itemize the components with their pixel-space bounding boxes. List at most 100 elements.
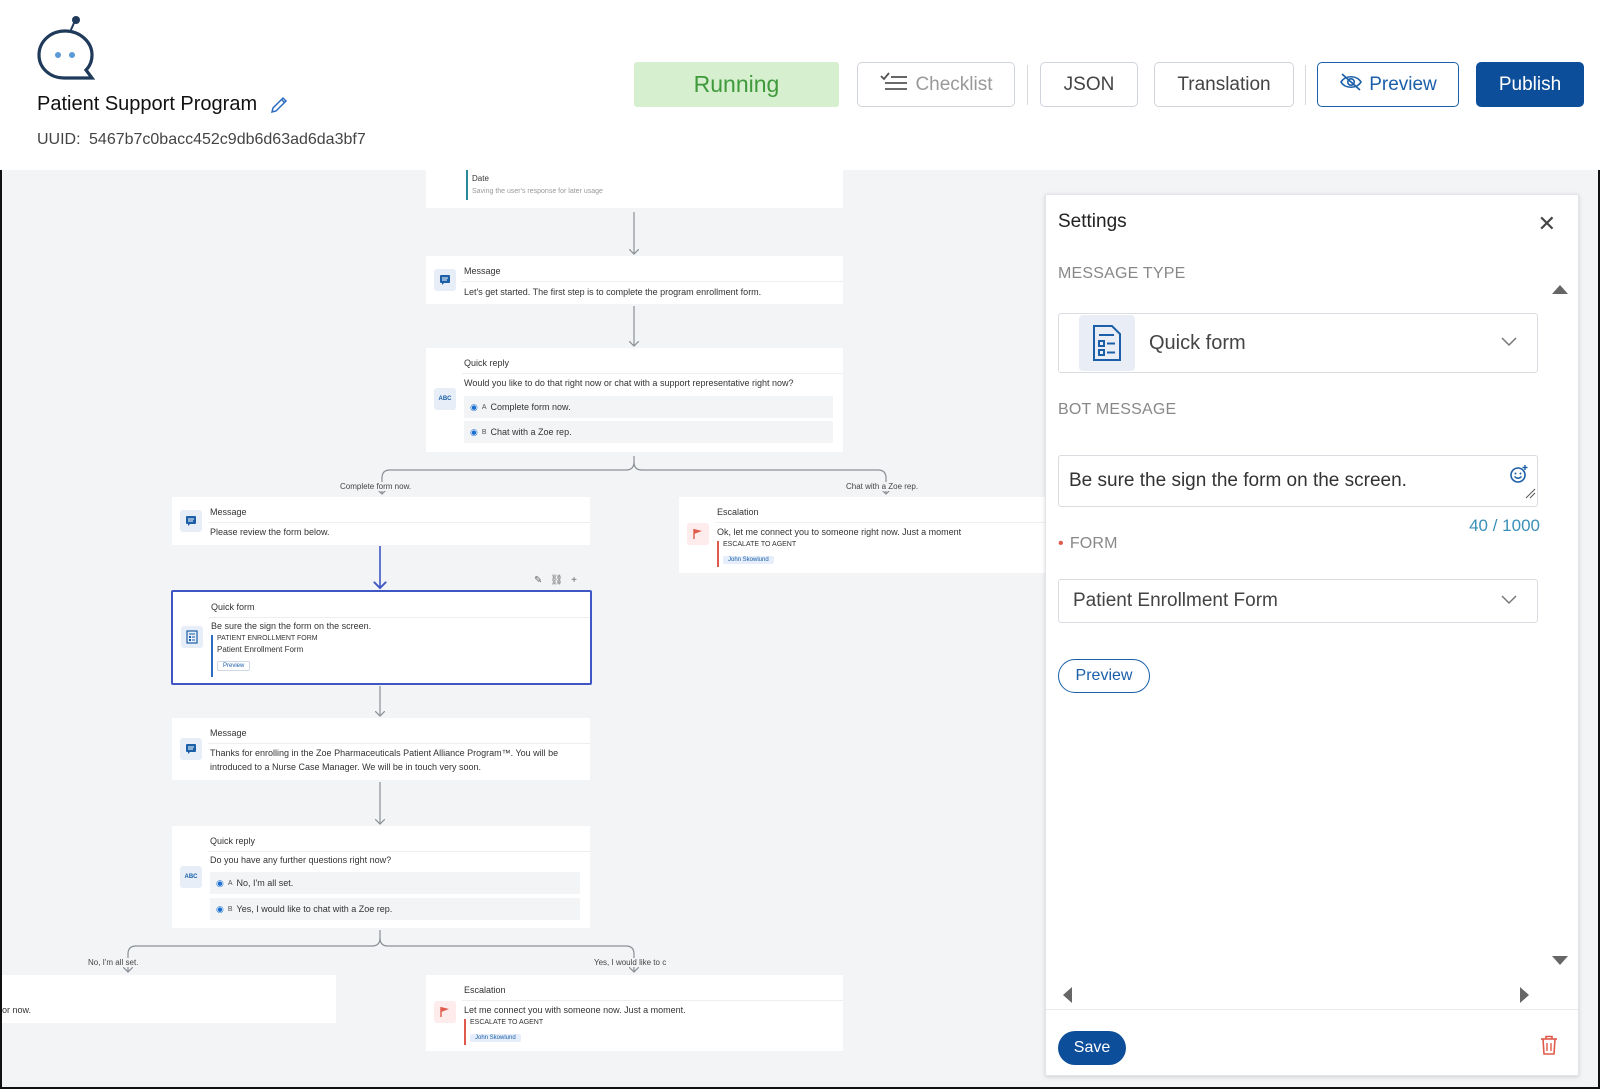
- scroll-up-arrow-icon[interactable]: [1552, 281, 1568, 299]
- node-text: Do you have any further questions right …: [210, 855, 392, 865]
- preview-label: Preview: [1369, 73, 1437, 95]
- node-type: Quick form: [211, 602, 255, 612]
- option-label: Complete form now.: [490, 402, 571, 412]
- option-label: Chat with a Zoe rep.: [490, 427, 572, 437]
- abc-icon: ABC: [180, 866, 202, 888]
- reply-option[interactable]: ◉ A Complete form now.: [464, 396, 833, 418]
- scroll-down-arrow-icon[interactable]: [1552, 953, 1568, 971]
- link-icon[interactable]: ⛓: [550, 575, 563, 586]
- bot-message-label: BOT MESSAGE: [1058, 401, 1177, 418]
- node-type: Message: [464, 266, 501, 276]
- option-letter: A: [227, 879, 233, 887]
- form-preview-button[interactable]: Preview: [1058, 659, 1150, 693]
- flow-node[interactable]: Date Saving the user's response for late…: [426, 170, 843, 208]
- node-text: Let's get started. The first step is to …: [464, 287, 762, 297]
- translation-button[interactable]: Translation: [1154, 62, 1294, 107]
- escalate-field: ESCALATE TO AGENT John Skowlund: [717, 541, 796, 567]
- edge-label: Complete form now.: [340, 482, 412, 491]
- chevron-down-icon: [1501, 592, 1517, 610]
- form-select-value: Patient Enrollment Form: [1073, 590, 1278, 611]
- quick-form-node[interactable]: Quick form Be sure the sign the form on …: [171, 590, 592, 685]
- scroll-right-arrow-icon[interactable]: [1520, 987, 1530, 1008]
- quick-form-icon: [1079, 315, 1135, 371]
- escalation-node[interactable]: Escalation Let me connect you with someo…: [426, 975, 843, 1051]
- checklist-icon: [879, 71, 909, 99]
- node-text: or now.: [2, 1005, 32, 1015]
- app-title: Patient Support Program: [37, 93, 258, 115]
- flow-node[interactable]: or now.: [2, 975, 336, 1023]
- app-title-row: Patient Support Program: [37, 93, 289, 116]
- message-type-label: MESSAGE TYPE: [1058, 265, 1186, 282]
- pencil-icon[interactable]: [269, 95, 289, 115]
- json-button[interactable]: JSON: [1040, 62, 1138, 107]
- preview-chip[interactable]: Preview: [217, 661, 251, 671]
- flag-icon: [687, 523, 709, 545]
- save-button[interactable]: Save: [1058, 1031, 1126, 1065]
- divider: [462, 281, 843, 282]
- message-type-select[interactable]: Quick form: [1058, 313, 1538, 373]
- trash-icon[interactable]: [1540, 1035, 1558, 1060]
- option-letter: A: [481, 403, 487, 411]
- form-label-row: • FORM: [1058, 535, 1118, 553]
- option-label: No, I'm all set.: [236, 878, 294, 888]
- publish-button[interactable]: Publish: [1476, 62, 1584, 107]
- edge-label: Chat with a Zoe rep.: [846, 482, 919, 491]
- message-icon: [434, 269, 456, 291]
- divider: [1027, 65, 1028, 105]
- divider: [208, 743, 590, 744]
- close-icon[interactable]: ✕: [1538, 213, 1556, 235]
- form-icon: [181, 626, 203, 648]
- node-type: Quick reply: [464, 358, 510, 368]
- reply-option[interactable]: ◉ B Yes, I would like to chat with a Zoe r…: [210, 898, 580, 920]
- node-text: Ok, let me connect you to someone right …: [717, 527, 962, 537]
- option-label: Yes, I would like to chat with a Zoe rep…: [236, 904, 393, 914]
- eye-icon: ◉: [216, 877, 224, 888]
- reply-option[interactable]: ◉ A No, I'm all set.: [210, 872, 580, 894]
- eye-icon: ◉: [470, 426, 478, 437]
- quick-reply-node[interactable]: ABC Quick reply Would you like to do tha…: [426, 348, 843, 452]
- field-name: Date: [472, 174, 489, 183]
- node-type: Message: [210, 728, 247, 738]
- form-select[interactable]: Patient Enrollment Form: [1058, 579, 1538, 623]
- field-name: ESCALATE TO AGENT: [470, 1019, 544, 1026]
- field-name: PATIENT ENROLLMENT FORM: [217, 635, 318, 642]
- uuid-row: UUID: 5467b7c0bacc452c9db6d63ad6da3bf7: [37, 131, 366, 149]
- divider: [208, 522, 590, 523]
- flag-icon: [434, 1001, 456, 1023]
- abc-icon: ABC: [434, 388, 456, 410]
- message-node[interactable]: Message Please review the form below.: [172, 497, 590, 545]
- message-icon: [180, 510, 202, 532]
- chatbot-logo-icon: [34, 14, 98, 80]
- edge-label: No, I'm all set.: [88, 958, 139, 967]
- save-response-field: Date Saving the user's response for late…: [466, 170, 603, 200]
- divider: [209, 617, 590, 618]
- option-letter: B: [481, 428, 487, 436]
- eye-icon: ◉: [216, 903, 224, 914]
- node-type: Escalation: [464, 985, 506, 995]
- eye-icon: ◉: [470, 401, 478, 412]
- bot-message-field[interactable]: Be sure the sign the form on the screen.: [1058, 455, 1538, 507]
- plus-icon[interactable]: +: [571, 575, 577, 586]
- reply-option[interactable]: ◉ B Chat with a Zoe rep.: [464, 421, 833, 443]
- eye-slash-icon: [1339, 72, 1363, 98]
- divider: [1305, 65, 1306, 105]
- escalate-field: ESCALATE TO AGENT John Skowlund: [464, 1019, 543, 1045]
- escalation-node[interactable]: Escalation Ok, let me connect you to som…: [679, 497, 1049, 573]
- bot-message-value: Be sure the sign the form on the screen.: [1069, 470, 1407, 491]
- node-text: Let me connect you with someone now. Jus…: [464, 1005, 686, 1015]
- checklist-button[interactable]: Checklist: [857, 62, 1015, 107]
- preview-button[interactable]: Preview: [1317, 62, 1459, 107]
- message-icon: [180, 738, 202, 760]
- resize-handle-icon[interactable]: [1524, 483, 1536, 505]
- agent-chip: John Skowlund: [723, 556, 774, 564]
- scroll-left-arrow-icon[interactable]: [1062, 987, 1072, 1008]
- node-toolbar: ✎ ⛓ +: [534, 575, 577, 586]
- node-type: Quick reply: [210, 836, 256, 846]
- required-marker: •: [1058, 535, 1064, 552]
- pencil-icon[interactable]: ✎: [534, 575, 542, 586]
- quick-reply-node[interactable]: ABC Quick reply Do you have any further …: [172, 826, 590, 928]
- message-node[interactable]: Message Let's get started. The first ste…: [426, 256, 843, 304]
- divider: [462, 1000, 843, 1001]
- status-badge: Running: [634, 62, 839, 107]
- message-node[interactable]: Message Thanks for enrolling in the Zoe …: [172, 718, 590, 780]
